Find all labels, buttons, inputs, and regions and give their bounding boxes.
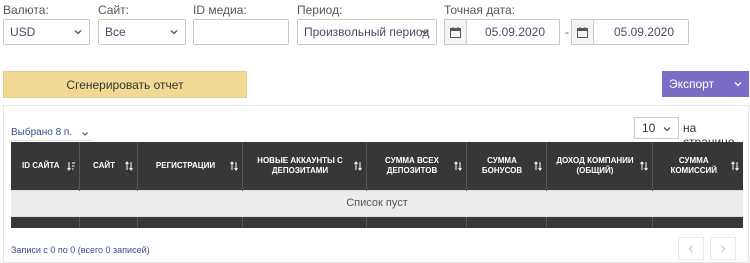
chevron-left-icon [688,244,693,253]
currency-value: USD [10,25,36,39]
sort-icon [124,161,133,171]
sort-icon [731,161,739,171]
filter-bar: Валюта: USD Сайт: Все ID медиа: Период: … [0,0,750,50]
column-header[interactable]: Регистрации [137,142,243,190]
per-page-select[interactable]: 10 [634,117,679,139]
column-header[interactable]: Сайт [79,142,138,190]
column-selector-underline [11,140,93,141]
chevron-down-icon [82,132,88,136]
chevron-right-icon [721,244,726,253]
date-from-input[interactable]: 05.09.2020 [466,19,560,45]
generate-report-button[interactable]: Сгенерировать отчет [3,71,247,98]
chevron-down-icon [421,30,429,35]
site-label: Сайт: [98,3,130,17]
prev-page-button[interactable] [678,237,704,260]
chevron-down-icon [734,82,742,87]
column-header-label: Сумма всех депозитов [385,155,439,175]
empty-message: Список пуст [11,189,743,217]
column-header[interactable]: Сумма комиссий [652,142,743,190]
calendar-to-button[interactable] [571,19,593,45]
period-select[interactable]: Произвольный период [297,19,437,45]
report-table: ID сайта Сайт Регистрации Новые аккаунты… [11,142,743,228]
export-button[interactable]: Экспорт [662,71,749,97]
next-page-button[interactable] [710,237,736,260]
media-id-input[interactable] [193,19,289,45]
sort-icon [639,161,648,171]
table-footer-row [11,216,743,228]
column-header[interactable]: Сумма всех депозитов [366,142,467,190]
date-from-value: 05.09.2020 [484,25,545,39]
column-header-label: ID сайта [22,160,60,170]
date-to-value: 05.09.2020 [613,25,674,39]
calendar-icon [577,26,588,38]
calendar-from-button[interactable] [444,19,466,45]
calendar-icon [450,26,461,38]
column-header-label: Новые аккаунты с депозитами [257,155,343,175]
column-header-label: Сайт [93,160,115,170]
chevron-down-icon [74,30,82,35]
sort-asc-icon [66,162,75,171]
column-header-label: Доход компании (общий) [556,155,634,175]
media-id-label: ID медиа: [193,3,247,17]
column-header[interactable]: Доход компании (общий) [546,142,653,190]
period-label: Период: [297,3,343,17]
report-panel: Выбрано 8 п. 10 на странице ID сайта Сай… [3,105,749,263]
table-header-row: ID сайта Сайт Регистрации Новые аккаунты… [11,142,743,190]
column-selector[interactable]: Выбрано 8 п. [11,127,72,138]
sort-icon [453,161,462,171]
currency-label: Валюта: [3,3,49,17]
export-label: Экспорт [669,77,715,91]
sort-icon [533,161,542,171]
column-header[interactable]: ID сайта [11,142,80,190]
records-info: Записи с 0 по 0 (всего 0 записей) [11,245,150,255]
sort-icon [353,161,362,171]
chevron-down-icon [170,30,178,35]
site-select[interactable]: Все [98,19,186,45]
sort-icon [229,161,238,171]
date-separator: - [565,25,569,39]
table-row: Список пуст [11,189,743,217]
column-header-label: Сумма комиссий [670,155,718,175]
column-header-label: Сумма бонусов [481,155,523,175]
column-header[interactable]: Новые аккаунты с депозитами [242,142,367,190]
exact-date-label: Точная дата: [444,3,515,17]
date-to-input[interactable]: 05.09.2020 [593,19,689,45]
per-page-value: 10 [642,121,656,135]
period-value: Произвольный период [304,25,430,39]
column-header[interactable]: Сумма бонусов [466,142,547,190]
site-value: Все [105,25,126,39]
currency-select[interactable]: USD [3,19,90,45]
chevron-down-icon [663,127,671,132]
column-header-label: Регистрации [155,160,216,170]
